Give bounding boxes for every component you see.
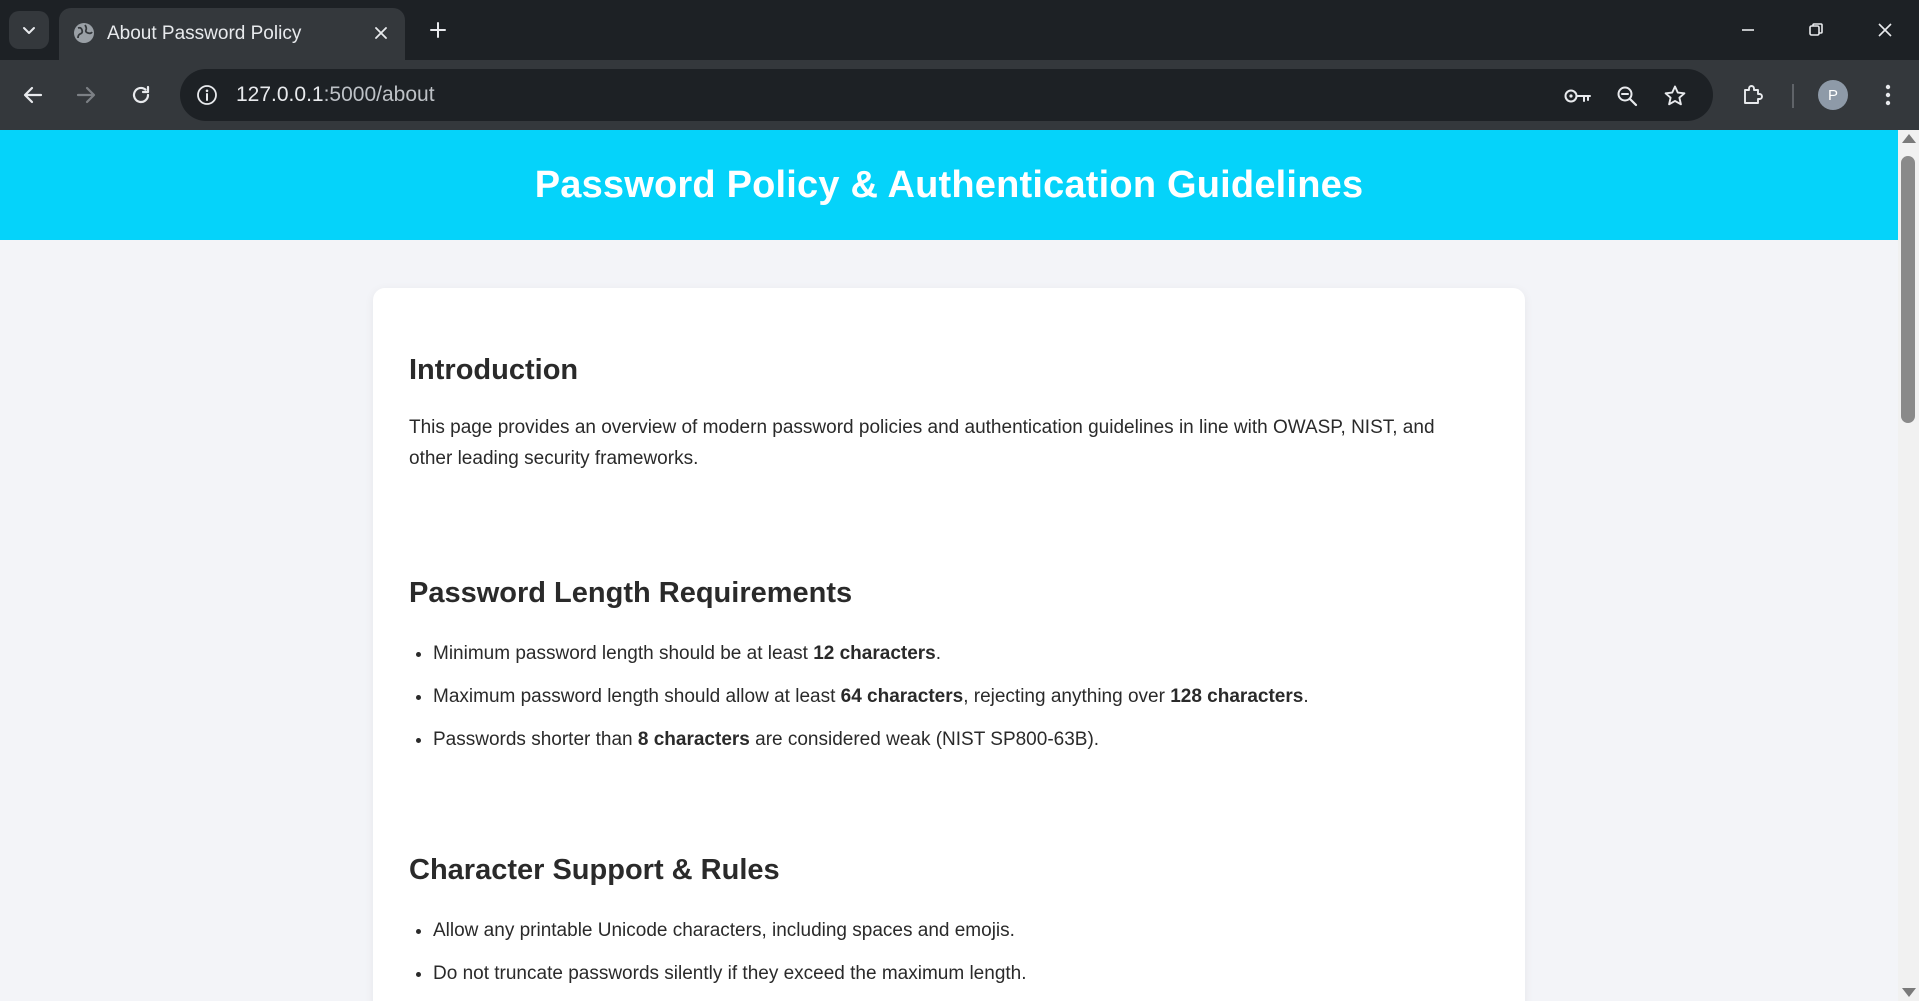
scrollbar-thumb[interactable] <box>1901 156 1915 423</box>
url-path: :5000/about <box>323 83 435 106</box>
list-item: Do not truncate passwords silently if th… <box>433 962 1027 1001</box>
new-tab-button[interactable] <box>422 14 454 46</box>
section-heading-character-support: Character Support & Rules <box>409 854 780 886</box>
list-item: Maximum password length should allow at … <box>433 685 1309 728</box>
extensions-button[interactable] <box>1735 77 1771 113</box>
section-heading-password-length: Password Length Requirements <box>409 577 853 609</box>
chevron-down-icon <box>23 27 35 34</box>
reload-button[interactable] <box>123 77 159 113</box>
toolbar-separator <box>1792 84 1794 108</box>
browser-tab-active[interactable]: About Password Policy <box>59 8 405 60</box>
globe-icon <box>74 23 94 43</box>
introduction-paragraph: This page provides an overview of modern… <box>409 417 1435 469</box>
list-item: Allow any printable Unicode characters, … <box>433 919 1027 962</box>
info-icon <box>197 85 217 105</box>
list-item: Minimum password length should be at lea… <box>433 642 1309 685</box>
key-icon <box>1564 89 1591 103</box>
url-host: 127.0.0.1 <box>236 83 324 106</box>
back-button[interactable] <box>15 77 51 113</box>
tab-close-button[interactable] <box>369 21 393 45</box>
window-minimize-button[interactable] <box>1714 0 1782 60</box>
bookmark-button[interactable] <box>1660 81 1690 111</box>
close-icon <box>1878 23 1892 37</box>
plus-icon <box>430 22 446 38</box>
scroll-down-arrow-icon[interactable] <box>1902 988 1916 997</box>
section-heading-introduction: Introduction <box>409 354 579 386</box>
page-header: Password Policy & Authentication Guideli… <box>0 130 1898 240</box>
window-close-button[interactable] <box>1851 0 1919 60</box>
browser-tab-strip: About Password Policy <box>0 0 1919 60</box>
site-info-button[interactable] <box>193 81 221 109</box>
kebab-menu-icon <box>1885 84 1891 106</box>
browser-menu-button[interactable] <box>1870 77 1906 113</box>
arrow-right-icon <box>76 86 96 104</box>
character-support-list: Allow any printable Unicode characters, … <box>433 919 1027 1001</box>
tab-search-button[interactable] <box>9 11 49 49</box>
zoom-out-icon <box>1617 86 1638 107</box>
page-title: Password Policy & Authentication Guideli… <box>534 163 1364 206</box>
reload-icon <box>132 85 150 104</box>
arrow-left-icon <box>23 86 43 104</box>
zoom-button[interactable] <box>1612 81 1642 111</box>
minimize-icon <box>1742 29 1754 31</box>
scroll-up-arrow-icon[interactable] <box>1902 134 1916 143</box>
window-restore-button[interactable] <box>1782 0 1850 60</box>
page-viewport: Password Policy & Authentication Guideli… <box>0 130 1898 1001</box>
forward-button[interactable] <box>68 77 104 113</box>
address-url[interactable]: 127.0.0.1:5000/about <box>236 83 435 107</box>
page-scrollbar[interactable] <box>1898 130 1919 1001</box>
browser-toolbar: 127.0.0.1:5000/about P <box>0 60 1919 130</box>
restore-icon <box>1809 23 1823 36</box>
address-bar[interactable]: 127.0.0.1:5000/about <box>180 69 1713 121</box>
list-item: Passwords shorter than 8 characters are … <box>433 728 1309 771</box>
password-manager-button[interactable] <box>1563 81 1593 111</box>
star-icon <box>1664 85 1686 106</box>
profile-avatar-button[interactable]: P <box>1818 80 1848 110</box>
tab-title: About Password Policy <box>107 23 302 44</box>
password-length-list: Minimum password length should be at lea… <box>433 642 1309 771</box>
close-icon <box>375 27 387 39</box>
puzzle-icon <box>1744 85 1763 104</box>
content-card: Introduction This page provides an overv… <box>373 288 1525 1001</box>
